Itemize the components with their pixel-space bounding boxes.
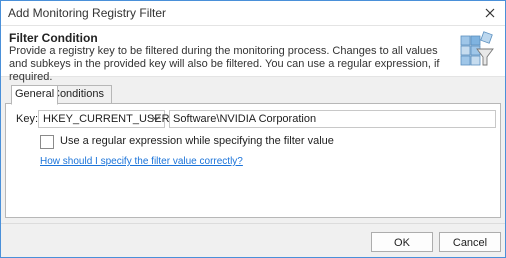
ok-button[interactable]: OK (371, 232, 433, 252)
hive-dropdown-value: HKEY_CURRENT_USER (43, 113, 170, 125)
header-title: Filter Condition (9, 31, 98, 45)
registry-filter-icon (460, 31, 494, 66)
hive-dropdown[interactable]: HKEY_CURRENT_USER (38, 110, 170, 128)
tab-general[interactable]: General (11, 85, 59, 105)
help-link[interactable]: How should I specify the filter value co… (40, 156, 243, 167)
cancel-button[interactable]: Cancel (439, 232, 501, 252)
dialog-header: Filter Condition Provide a registry key … (1, 25, 505, 83)
header-description: Provide a registry key to be filtered du… (9, 45, 440, 83)
general-panel: Key: HKEY_CURRENT_USER Use a regular exp… (5, 103, 501, 218)
title-bar: Add Monitoring Registry Filter (1, 1, 505, 25)
chevron-down-icon (152, 116, 160, 121)
dialog-footer: OK Cancel (1, 223, 505, 257)
close-icon (485, 8, 495, 18)
regex-checkbox-label: Use a regular expression while specifyin… (60, 135, 334, 147)
key-path-input[interactable] (169, 110, 496, 128)
window-title: Add Monitoring Registry Filter (8, 6, 167, 20)
close-button[interactable] (475, 1, 505, 25)
key-label: Key: (16, 113, 39, 125)
dialog-window: Add Monitoring Registry Filter Filter Co… (0, 0, 506, 258)
regex-checkbox[interactable] (40, 135, 54, 149)
